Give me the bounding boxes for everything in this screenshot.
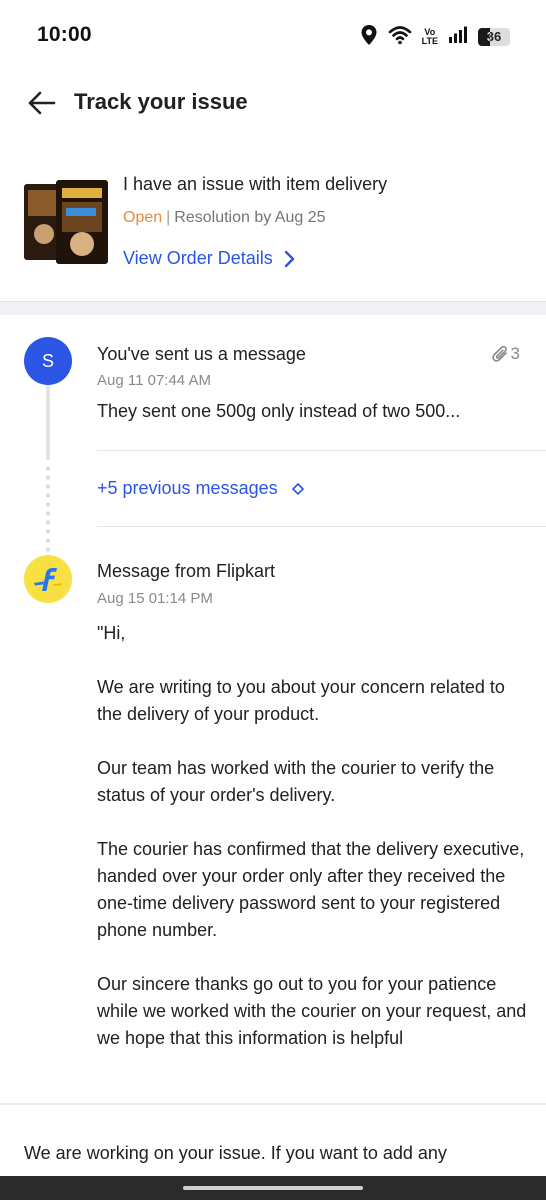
back-arrow-icon	[28, 91, 56, 115]
message-paragraph: "Hi,	[97, 623, 126, 643]
status-bar: 10:00 Vo LTE 36	[0, 0, 546, 72]
navigation-bar	[0, 1176, 546, 1200]
message-paragraph: Our team has worked with the courier to …	[97, 758, 495, 805]
issue-card: I have an issue with item delivery Open |…	[0, 150, 546, 302]
message-paragraph: The courier has confirmed that the deliv…	[97, 839, 525, 940]
attachment-count: 3	[510, 344, 520, 363]
expand-diamond-icon	[291, 482, 304, 495]
timeline-line	[46, 384, 50, 460]
issue-meta: Open | Resolution by Aug 25	[123, 209, 326, 227]
volte-icon: Vo LTE	[422, 28, 438, 46]
battery-level: 36	[486, 29, 502, 44]
view-order-details-link[interactable]: View Order Details	[123, 248, 295, 269]
wifi-icon	[388, 25, 412, 50]
divider	[0, 1103, 546, 1105]
location-icon	[360, 24, 378, 51]
footer-info-text: We are working on your issue. If you wan…	[24, 1143, 447, 1163]
resolution-date: Resolution by Aug 25	[174, 209, 326, 226]
message-body: "Hi, We are writing to you about your co…	[97, 620, 527, 1079]
message-paragraph: Our sincere thanks go out to you for you…	[97, 974, 527, 1048]
divider	[97, 526, 546, 527]
message-title: You've sent us a message	[97, 344, 306, 364]
status-time: 10:00	[37, 23, 92, 46]
status-badge: Open	[123, 209, 163, 226]
user-avatar: S	[24, 337, 72, 385]
issue-title: I have an issue with item delivery	[123, 174, 388, 194]
message-paragraph: We are writing to you about your concern…	[97, 677, 505, 724]
status-icons: Vo LTE 36	[360, 24, 510, 50]
timeline-dotted-line	[46, 464, 50, 554]
back-button[interactable]	[24, 88, 60, 118]
home-gesture-handle[interactable]	[183, 1186, 363, 1190]
message-timestamp: Aug 15 01:14 PM	[97, 590, 213, 607]
previous-messages-label: +5 previous messages	[97, 478, 278, 498]
volte-bottom-label: LTE	[421, 36, 438, 46]
section-divider	[0, 301, 546, 315]
battery-icon: 36	[478, 28, 510, 46]
paperclip-icon	[491, 345, 507, 362]
meta-separator: |	[166, 209, 171, 226]
header: Track your issue	[0, 72, 546, 136]
signal-icon	[448, 26, 468, 49]
message-preview[interactable]: They sent one 500g only instead of two 5…	[97, 401, 522, 422]
attachments-indicator[interactable]: 3	[491, 344, 520, 364]
flipkart-logo-icon	[24, 555, 72, 603]
flipkart-avatar	[24, 555, 72, 603]
page-title: Track your issue	[74, 89, 248, 114]
message-title: Message from Flipkart	[97, 561, 276, 581]
message-timestamp: Aug 11 07:44 AM	[97, 372, 211, 389]
chevron-right-icon	[284, 250, 294, 267]
product-image[interactable]	[22, 178, 110, 266]
view-order-details-label: View Order Details	[123, 248, 273, 268]
divider	[97, 450, 546, 451]
previous-messages-button[interactable]: +5 previous messages	[97, 478, 304, 499]
